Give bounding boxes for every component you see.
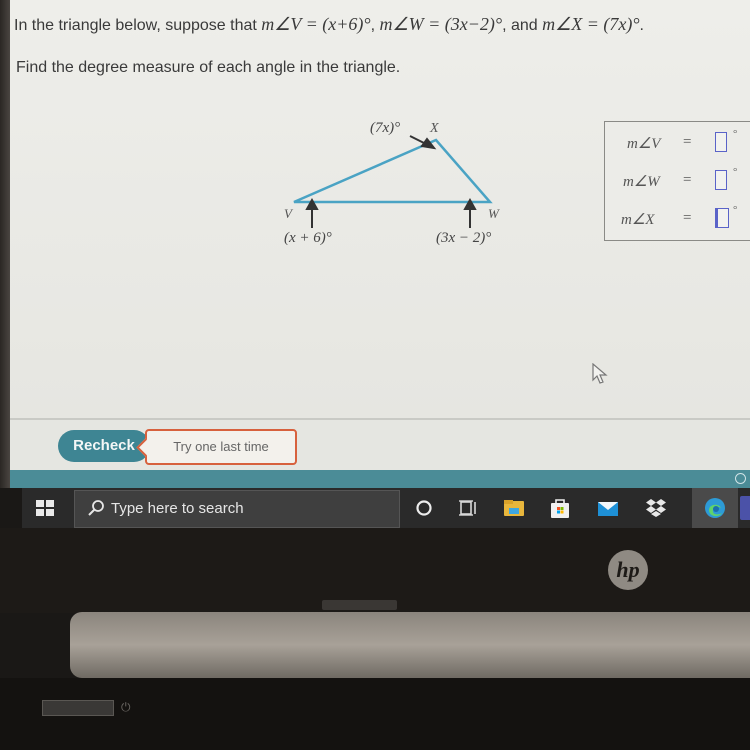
taskbar-search-box[interactable]: Type here to search xyxy=(74,490,400,528)
answer-label-w: m∠W xyxy=(623,174,660,190)
instruction-text: Find the degree measure of each angle in… xyxy=(16,59,401,76)
circle-icon xyxy=(735,473,746,484)
feedback-message: Try one last time xyxy=(145,429,297,465)
angle-v-expression: m∠V = (x+6)° xyxy=(261,14,371,34)
page-bottom-bar xyxy=(10,470,750,488)
equals-sign: = xyxy=(683,172,692,188)
mouse-cursor-icon xyxy=(592,363,608,384)
angle-w-expression: m∠W = (3x−2)° xyxy=(379,14,503,34)
arrow-x xyxy=(409,135,437,150)
hinge-notch xyxy=(322,600,397,610)
laptop-hinge xyxy=(70,612,750,678)
angle-w-input[interactable] xyxy=(715,170,727,190)
card-slot xyxy=(42,700,114,716)
cortana-icon[interactable] xyxy=(412,496,436,520)
search-placeholder: Type here to search xyxy=(111,500,244,517)
equals-sign: = xyxy=(683,134,692,150)
arrow-w xyxy=(463,197,477,228)
problem-intro: In the triangle below, suppose that xyxy=(14,17,262,34)
separator: , and xyxy=(502,17,543,34)
vertex-v-label: V xyxy=(284,206,294,221)
search-icon xyxy=(88,500,104,516)
windows-start-icon[interactable] xyxy=(36,500,54,516)
answer-row-w: m∠W = ° xyxy=(605,166,750,196)
angle-x-input[interactable] xyxy=(715,208,729,228)
question-area: In the triangle below, suppose that m∠V … xyxy=(10,0,750,418)
answer-label-v: m∠V xyxy=(627,136,661,152)
start-pane xyxy=(46,500,54,507)
vertex-w-label: W xyxy=(488,206,500,221)
label-angle-v: (x + 6)° xyxy=(284,230,332,246)
edge-icon xyxy=(705,498,725,518)
power-icon: ⏻ xyxy=(121,700,131,714)
angle-v-input[interactable] xyxy=(715,132,727,152)
triangle-vwx xyxy=(293,138,493,204)
arrow-v xyxy=(305,197,319,228)
degree-symbol: ° xyxy=(733,128,738,140)
screen: In the triangle below, suppose that m∠V … xyxy=(0,0,750,488)
degree-symbol: ° xyxy=(733,204,738,216)
teams-icon[interactable] xyxy=(740,496,750,520)
microsoft-store-icon[interactable] xyxy=(548,496,572,520)
triangle-diagram: (7x)° X V W (x + 6)° (3x − 2)° xyxy=(284,120,500,246)
degree-symbol: ° xyxy=(733,166,738,178)
period: . xyxy=(639,17,644,34)
windows-taskbar: Type here to search xyxy=(22,488,750,530)
file-explorer-icon[interactable] xyxy=(502,496,526,520)
action-footer: Recheck Try one last time xyxy=(10,418,750,472)
answer-row-v: m∠V = ° xyxy=(605,128,750,158)
equals-sign: = xyxy=(683,210,692,226)
task-view-icon[interactable] xyxy=(456,496,480,520)
problem-statement: In the triangle below, suppose that m∠V … xyxy=(14,14,644,35)
dropbox-icon[interactable] xyxy=(644,496,668,520)
label-angle-x: (7x)° xyxy=(370,120,400,136)
edge-taskbar-button[interactable] xyxy=(692,488,738,530)
hp-logo: hp xyxy=(608,550,648,590)
start-pane xyxy=(46,509,54,516)
screen-edge xyxy=(0,0,10,488)
label-angle-w: (3x − 2)° xyxy=(436,230,491,246)
answer-panel: m∠V = ° m∠W = ° m∠X = ° xyxy=(604,121,750,241)
start-pane xyxy=(36,500,44,507)
vertex-x-label: X xyxy=(429,121,439,136)
mail-icon[interactable] xyxy=(596,496,620,520)
angle-x-expression: m∠X = (7x)° xyxy=(542,14,640,34)
answer-label-x: m∠X xyxy=(621,212,655,228)
answer-row-x: m∠X = ° xyxy=(605,204,750,234)
start-pane xyxy=(36,509,44,516)
